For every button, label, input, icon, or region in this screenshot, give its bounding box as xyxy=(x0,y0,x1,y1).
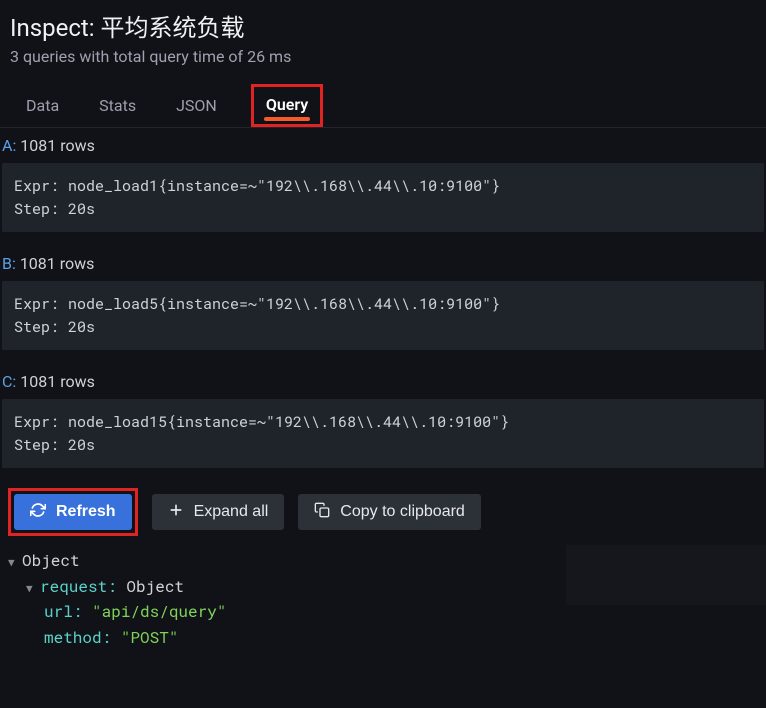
caret-down-icon: ▼ xyxy=(8,553,18,571)
query-expr: Expr: node_load5{instance=~"192\\.168\\.… xyxy=(14,294,500,314)
query-a-code: Expr: node_load1{instance=~"192\\.168\\.… xyxy=(2,163,764,232)
plus-icon xyxy=(168,502,184,523)
query-expr: Expr: node_load1{instance=~"192\\.168\\.… xyxy=(14,176,500,196)
tab-json[interactable]: JSON xyxy=(170,86,223,125)
expand-label: Expand all xyxy=(194,503,269,521)
expand-all-button[interactable]: Expand all xyxy=(152,494,285,530)
query-b-code: Expr: node_load5{instance=~"192\\.168\\.… xyxy=(2,281,764,350)
refresh-label: Refresh xyxy=(56,503,116,521)
side-shadow xyxy=(566,545,766,605)
query-rows: 1081 rows xyxy=(20,254,95,273)
json-value: Object xyxy=(126,576,184,597)
query-step: Step: 20s xyxy=(14,317,95,337)
highlight-annotation: Query xyxy=(251,84,323,127)
tab-stats[interactable]: Stats xyxy=(93,86,142,125)
copy-label: Copy to clipboard xyxy=(340,503,465,521)
json-key: method: xyxy=(44,627,111,648)
query-c-code: Expr: node_load15{instance=~"192\\.168\\… xyxy=(2,399,764,468)
query-letter: B: xyxy=(2,254,16,273)
json-value: "api/ds/query" xyxy=(92,601,226,622)
tab-data[interactable]: Data xyxy=(20,86,65,125)
query-letter: C: xyxy=(2,372,16,391)
json-method: method: "POST" xyxy=(8,625,758,651)
query-a-label: A: 1081 rows xyxy=(0,128,766,163)
refresh-icon xyxy=(30,502,46,523)
query-rows: 1081 rows xyxy=(20,372,95,391)
json-value: "POST" xyxy=(121,627,179,648)
tab-bar: Data Stats JSON Query xyxy=(0,84,766,128)
query-letter: A: xyxy=(2,136,16,155)
query-expr: Expr: node_load15{instance=~"192\\.168\\… xyxy=(14,412,509,432)
caret-down-icon: ▼ xyxy=(26,579,36,597)
clipboard-icon xyxy=(314,502,330,523)
page-subtitle: 3 queries with total query time of 26 ms xyxy=(0,47,766,84)
tab-query[interactable]: Query xyxy=(264,91,310,118)
query-step: Step: 20s xyxy=(14,435,95,455)
highlight-annotation: Refresh xyxy=(8,488,138,536)
copy-clipboard-button[interactable]: Copy to clipboard xyxy=(298,494,481,530)
query-b-label: B: 1081 rows xyxy=(0,246,766,281)
query-step: Step: 20s xyxy=(14,199,95,219)
query-c-label: C: 1081 rows xyxy=(0,364,766,399)
page-title: Inspect: 平均系统负载 xyxy=(0,0,766,47)
query-rows: 1081 rows xyxy=(20,136,95,155)
json-type: Object xyxy=(22,550,80,571)
json-key: url: xyxy=(44,601,82,622)
button-row: Refresh Expand all Copy to clipboard xyxy=(0,482,766,544)
json-key: request: xyxy=(40,576,117,597)
refresh-button[interactable]: Refresh xyxy=(14,494,132,530)
